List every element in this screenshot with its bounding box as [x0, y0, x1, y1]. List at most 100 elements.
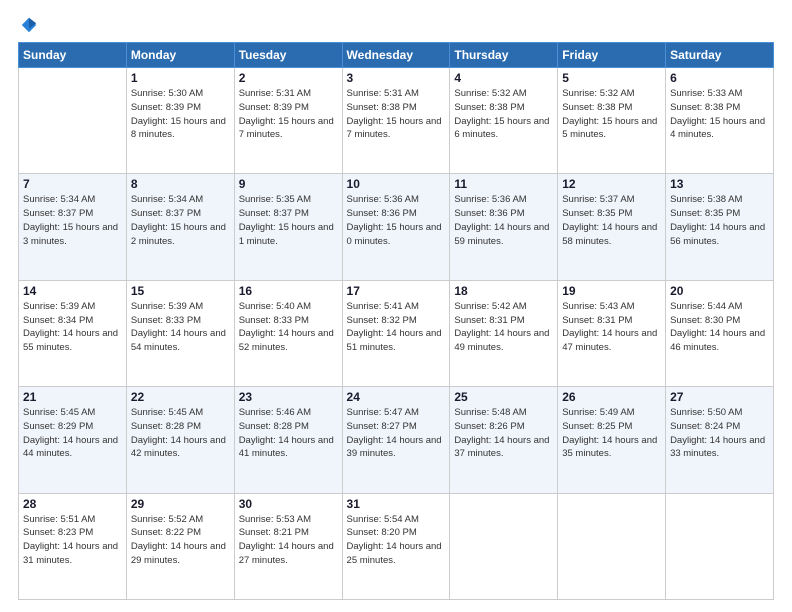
day-number: 10 — [347, 177, 446, 191]
calendar-cell — [558, 493, 666, 599]
calendar-cell: 22 Sunrise: 5:45 AMSunset: 8:28 PMDayligh… — [126, 387, 234, 493]
calendar-cell: 10Sunrise: 5:36 AMSunset: 8:36 PMDayligh… — [342, 174, 450, 280]
day-info: Sunrise: 5:41 AMSunset: 8:32 PMDaylight:… — [347, 300, 446, 355]
day-info: Sunrise: 5:54 AMSunset: 8:20 PMDaylight:… — [347, 513, 446, 568]
calendar-cell: 30 Sunrise: 5:53 AMSunset: 8:21 PMDayligh… — [234, 493, 342, 599]
calendar-cell: 6 Sunrise: 5:33 AMSunset: 8:38 PMDaylight… — [666, 68, 774, 174]
header — [18, 16, 774, 34]
day-info: Sunrise: 5:39 AMSunset: 8:33 PMDaylight:… — [131, 300, 230, 355]
calendar-week-row: 7Sunrise: 5:34 AMSunset: 8:37 PMDaylight… — [19, 174, 774, 280]
day-number: 24 — [347, 390, 446, 404]
day-info: Sunrise: 5:43 AMSunset: 8:31 PMDaylight:… — [562, 300, 661, 355]
calendar-cell: 4 Sunrise: 5:32 AMSunset: 8:38 PMDaylight… — [450, 68, 558, 174]
calendar-week-row: 21 Sunrise: 5:45 AMSunset: 8:29 PMDayligh… — [19, 387, 774, 493]
calendar-cell: 5 Sunrise: 5:32 AMSunset: 8:38 PMDaylight… — [558, 68, 666, 174]
day-number: 31 — [347, 497, 446, 511]
day-info: Sunrise: 5:39 AMSunset: 8:34 PMDaylight:… — [23, 300, 122, 355]
calendar-cell: 27 Sunrise: 5:50 AMSunset: 8:24 PMDayligh… — [666, 387, 774, 493]
weekday-header: Friday — [558, 43, 666, 68]
day-info: Sunrise: 5:42 AMSunset: 8:31 PMDaylight:… — [454, 300, 553, 355]
calendar-cell: 3Sunrise: 5:31 AMSunset: 8:38 PMDaylight… — [342, 68, 450, 174]
day-number: 3 — [347, 71, 446, 85]
day-info: Sunrise: 5:47 AMSunset: 8:27 PMDaylight:… — [347, 406, 446, 461]
day-number: 6 — [670, 71, 769, 85]
calendar-week-row: 1Sunrise: 5:30 AMSunset: 8:39 PMDaylight… — [19, 68, 774, 174]
day-info: Sunrise: 5:46 AMSunset: 8:28 PMDaylight:… — [239, 406, 338, 461]
weekday-header: Monday — [126, 43, 234, 68]
day-info: Sunrise: 5:33 AMSunset: 8:38 PMDaylight:… — [670, 87, 769, 142]
calendar-cell: 16 Sunrise: 5:40 AMSunset: 8:33 PMDayligh… — [234, 280, 342, 386]
logo — [18, 16, 38, 34]
day-info: Sunrise: 5:45 AMSunset: 8:29 PMDaylight:… — [23, 406, 122, 461]
calendar-cell: 19 Sunrise: 5:43 AMSunset: 8:31 PMDayligh… — [558, 280, 666, 386]
day-info: Sunrise: 5:49 AMSunset: 8:25 PMDaylight:… — [562, 406, 661, 461]
calendar-cell: 14 Sunrise: 5:39 AMSunset: 8:34 PMDayligh… — [19, 280, 127, 386]
day-number: 25 — [454, 390, 553, 404]
calendar-cell: 1Sunrise: 5:30 AMSunset: 8:39 PMDaylight… — [126, 68, 234, 174]
calendar-cell: 23Sunrise: 5:46 AMSunset: 8:28 PMDayligh… — [234, 387, 342, 493]
day-info: Sunrise: 5:40 AMSunset: 8:33 PMDaylight:… — [239, 300, 338, 355]
day-number: 17 — [347, 284, 446, 298]
day-info: Sunrise: 5:45 AMSunset: 8:28 PMDaylight:… — [131, 406, 230, 461]
day-number: 21 — [23, 390, 122, 404]
day-number: 2 — [239, 71, 338, 85]
day-info: Sunrise: 5:50 AMSunset: 8:24 PMDaylight:… — [670, 406, 769, 461]
day-number: 14 — [23, 284, 122, 298]
day-number: 26 — [562, 390, 661, 404]
day-number: 28 — [23, 497, 122, 511]
calendar-cell: 31 Sunrise: 5:54 AMSunset: 8:20 PMDayligh… — [342, 493, 450, 599]
day-info: Sunrise: 5:32 AMSunset: 8:38 PMDaylight:… — [454, 87, 553, 142]
weekday-header: Wednesday — [342, 43, 450, 68]
day-number: 29 — [131, 497, 230, 511]
weekday-header: Sunday — [19, 43, 127, 68]
calendar-cell: 13 Sunrise: 5:38 AMSunset: 8:35 PMDayligh… — [666, 174, 774, 280]
day-number: 7 — [23, 177, 122, 191]
day-info: Sunrise: 5:38 AMSunset: 8:35 PMDaylight:… — [670, 193, 769, 248]
calendar-cell: 2Sunrise: 5:31 AMSunset: 8:39 PMDaylight… — [234, 68, 342, 174]
calendar-cell: 29 Sunrise: 5:52 AMSunset: 8:22 PMDayligh… — [126, 493, 234, 599]
calendar-cell — [19, 68, 127, 174]
logo-icon — [20, 16, 38, 34]
day-number: 4 — [454, 71, 553, 85]
day-number: 11 — [454, 177, 553, 191]
day-info: Sunrise: 5:48 AMSunset: 8:26 PMDaylight:… — [454, 406, 553, 461]
calendar-table: SundayMondayTuesdayWednesdayThursdayFrid… — [18, 42, 774, 600]
day-info: Sunrise: 5:51 AMSunset: 8:23 PMDaylight:… — [23, 513, 122, 568]
calendar-cell: 8Sunrise: 5:34 AMSunset: 8:37 PMDaylight… — [126, 174, 234, 280]
weekday-header: Tuesday — [234, 43, 342, 68]
logo-text — [18, 16, 38, 34]
calendar-cell: 28 Sunrise: 5:51 AMSunset: 8:23 PMDayligh… — [19, 493, 127, 599]
calendar-cell: 26 Sunrise: 5:49 AMSunset: 8:25 PMDayligh… — [558, 387, 666, 493]
calendar-cell: 9 Sunrise: 5:35 AMSunset: 8:37 PMDaylight… — [234, 174, 342, 280]
day-number: 12 — [562, 177, 661, 191]
weekday-header: Saturday — [666, 43, 774, 68]
day-info: Sunrise: 5:32 AMSunset: 8:38 PMDaylight:… — [562, 87, 661, 142]
day-number: 16 — [239, 284, 338, 298]
weekday-header: Thursday — [450, 43, 558, 68]
calendar-cell: 25 Sunrise: 5:48 AMSunset: 8:26 PMDayligh… — [450, 387, 558, 493]
day-info: Sunrise: 5:52 AMSunset: 8:22 PMDaylight:… — [131, 513, 230, 568]
day-number: 27 — [670, 390, 769, 404]
day-info: Sunrise: 5:44 AMSunset: 8:30 PMDaylight:… — [670, 300, 769, 355]
day-info: Sunrise: 5:35 AMSunset: 8:37 PMDaylight:… — [239, 193, 338, 248]
day-info: Sunrise: 5:30 AMSunset: 8:39 PMDaylight:… — [131, 87, 230, 142]
calendar-cell — [450, 493, 558, 599]
day-number: 30 — [239, 497, 338, 511]
weekday-header-row: SundayMondayTuesdayWednesdayThursdayFrid… — [19, 43, 774, 68]
day-info: Sunrise: 5:53 AMSunset: 8:21 PMDaylight:… — [239, 513, 338, 568]
day-info: Sunrise: 5:37 AMSunset: 8:35 PMDaylight:… — [562, 193, 661, 248]
day-number: 15 — [131, 284, 230, 298]
page: SundayMondayTuesdayWednesdayThursdayFrid… — [0, 0, 792, 612]
calendar-cell: 7Sunrise: 5:34 AMSunset: 8:37 PMDaylight… — [19, 174, 127, 280]
day-number: 20 — [670, 284, 769, 298]
day-number: 9 — [239, 177, 338, 191]
day-number: 19 — [562, 284, 661, 298]
day-number: 22 — [131, 390, 230, 404]
calendar-cell: 21 Sunrise: 5:45 AMSunset: 8:29 PMDayligh… — [19, 387, 127, 493]
calendar-cell — [666, 493, 774, 599]
calendar-cell: 17 Sunrise: 5:41 AMSunset: 8:32 PMDayligh… — [342, 280, 450, 386]
day-number: 5 — [562, 71, 661, 85]
day-number: 13 — [670, 177, 769, 191]
calendar-cell: 11Sunrise: 5:36 AMSunset: 8:36 PMDayligh… — [450, 174, 558, 280]
calendar-week-row: 28 Sunrise: 5:51 AMSunset: 8:23 PMDayligh… — [19, 493, 774, 599]
